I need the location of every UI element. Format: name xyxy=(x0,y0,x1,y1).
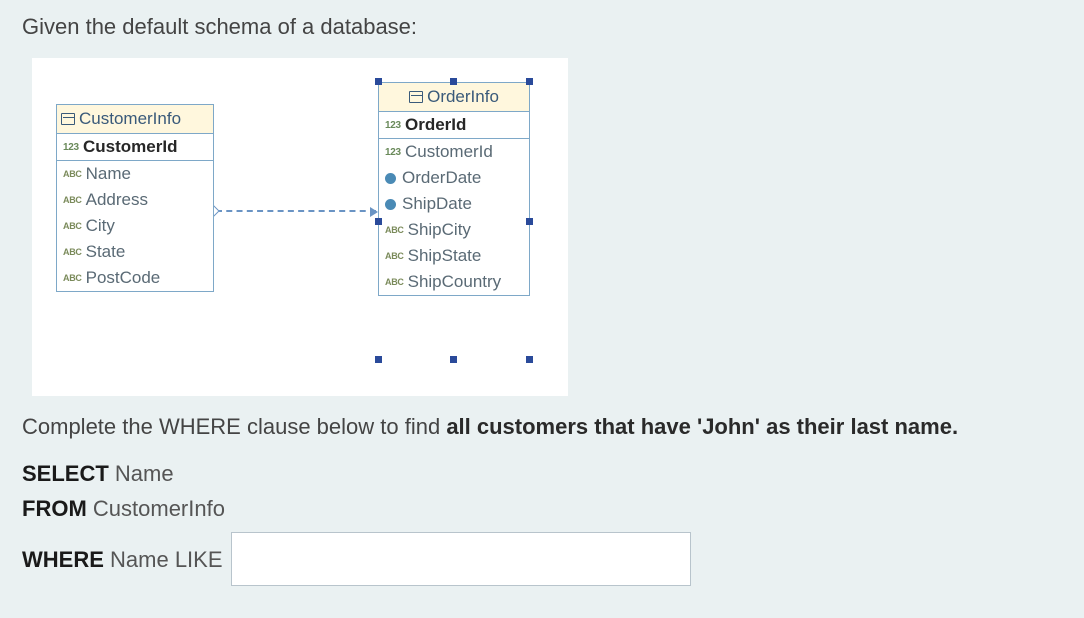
intro-text: Given the default schema of a database: xyxy=(22,14,1062,40)
date-icon xyxy=(385,199,396,210)
column-row: ABC ShipCity xyxy=(379,217,529,243)
selection-handle xyxy=(450,78,457,85)
sql-where-predicate: Name LIKE xyxy=(110,547,223,572)
schema-diagram: CustomerInfo 123 CustomerId ABC Name ABC… xyxy=(32,58,568,396)
sql-select-column: Name xyxy=(115,461,174,486)
selection-handle xyxy=(526,78,533,85)
column-name: ShipState xyxy=(408,246,482,266)
column-name: City xyxy=(86,216,115,236)
column-name: PostCode xyxy=(86,268,161,288)
table-icon xyxy=(409,91,423,103)
column-name: ShipCity xyxy=(408,220,471,240)
column-name: Name xyxy=(86,164,131,184)
type-badge-text: ABC xyxy=(385,225,404,235)
sql-keyword-where: WHERE xyxy=(22,547,104,572)
column-row: ABC City xyxy=(57,213,213,239)
column-row: ABC Address xyxy=(57,187,213,213)
column-name: Address xyxy=(86,190,148,210)
type-badge-text: ABC xyxy=(63,221,82,231)
selection-handle xyxy=(450,356,457,363)
sql-where-line: WHERE Name LIKE xyxy=(22,532,1062,586)
type-badge-text: ABC xyxy=(63,169,82,179)
column-row-pk: 123 OrderId xyxy=(379,112,529,139)
sql-select-line: SELECT Name xyxy=(22,456,1062,491)
table-icon xyxy=(61,113,75,125)
selection-handle xyxy=(526,356,533,363)
sql-block: SELECT Name FROM CustomerInfo WHERE Name… xyxy=(22,456,1062,586)
column-row: ShipDate xyxy=(379,191,529,217)
type-badge-num: 123 xyxy=(385,120,401,131)
sql-from-table: CustomerInfo xyxy=(93,496,225,521)
column-name: State xyxy=(86,242,126,262)
column-name: ShipDate xyxy=(402,194,472,214)
column-name: CustomerId xyxy=(83,137,177,157)
column-name: OrderId xyxy=(405,115,466,135)
table-title: CustomerInfo xyxy=(79,109,181,129)
question-lead: Complete the WHERE clause below to find xyxy=(22,414,446,439)
question-bold: all customers that have 'John' as their … xyxy=(446,414,958,439)
type-badge-text: ABC xyxy=(385,277,404,287)
sql-keyword-from: FROM xyxy=(22,496,87,521)
column-name: ShipCountry xyxy=(408,272,502,292)
connector-arrow xyxy=(370,207,378,217)
column-row: ABC Name xyxy=(57,161,213,187)
selection-handle xyxy=(375,356,382,363)
type-badge-num: 123 xyxy=(63,142,79,153)
column-row: ABC State xyxy=(57,239,213,265)
answer-input[interactable] xyxy=(231,532,691,586)
column-row: ABC PostCode xyxy=(57,265,213,291)
column-name: CustomerId xyxy=(405,142,493,162)
table-header: CustomerInfo xyxy=(57,105,213,134)
type-badge-text: ABC xyxy=(63,247,82,257)
table-header: OrderInfo xyxy=(379,83,529,112)
type-badge-text: ABC xyxy=(63,195,82,205)
selection-handle xyxy=(375,218,382,225)
selection-handle xyxy=(526,218,533,225)
date-icon xyxy=(385,173,396,184)
sql-keyword-select: SELECT xyxy=(22,461,109,486)
column-row: 123 CustomerId xyxy=(379,139,529,165)
column-row: ABC ShipCountry xyxy=(379,269,529,295)
column-row: ABC ShipState xyxy=(379,243,529,269)
table-title: OrderInfo xyxy=(427,87,499,107)
column-row-pk: 123 CustomerId xyxy=(57,134,213,161)
question-page: Given the default schema of a database: … xyxy=(0,0,1084,600)
table-orderinfo: OrderInfo 123 OrderId 123 CustomerId Ord… xyxy=(378,82,530,296)
question-text: Complete the WHERE clause below to find … xyxy=(22,414,1062,440)
selection-handle xyxy=(375,78,382,85)
column-row: OrderDate xyxy=(379,165,529,191)
type-badge-text: ABC xyxy=(63,273,82,283)
sql-from-line: FROM CustomerInfo xyxy=(22,491,1062,526)
relationship-connector xyxy=(216,210,376,212)
column-name: OrderDate xyxy=(402,168,481,188)
type-badge-text: ABC xyxy=(385,251,404,261)
type-badge-num: 123 xyxy=(385,147,401,158)
table-customerinfo: CustomerInfo 123 CustomerId ABC Name ABC… xyxy=(56,104,214,292)
